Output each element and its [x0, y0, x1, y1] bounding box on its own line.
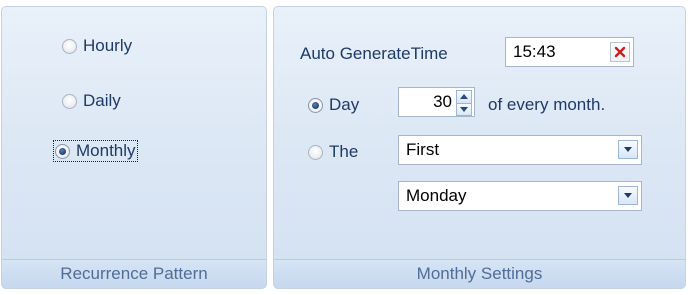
weekday-dropdown[interactable]: Monday [398, 181, 642, 211]
day-suffix-label: of every month. [488, 95, 606, 114]
day-value: 30 [433, 92, 452, 111]
radio-day-indicator[interactable] [308, 97, 323, 113]
auto-generate-time-label: Auto GenerateTime [300, 44, 448, 63]
radio-the-indicator[interactable] [308, 144, 323, 160]
ordinal-value: First [406, 140, 440, 159]
radio-hourly-label: Hourly [83, 36, 133, 55]
triangle-up-icon [460, 94, 468, 100]
radio-day-label: Day [329, 95, 360, 114]
radio-daily[interactable]: Daily [62, 91, 121, 111]
radio-monthly-indicator[interactable] [55, 143, 70, 159]
monthly-settings-group: Auto GenerateTime 15:43 Day 30 of every … [273, 6, 686, 289]
radio-monthly-focus[interactable]: Monthly [53, 140, 138, 162]
ordinal-dropdown[interactable]: First [398, 135, 642, 165]
spin-down-button[interactable] [456, 103, 472, 116]
monthly-settings-caption: Monthly Settings [274, 259, 685, 288]
chevron-down-icon [624, 147, 632, 152]
recurrence-pattern-caption: Recurrence Pattern [2, 259, 266, 288]
radio-monthly[interactable]: Monthly [53, 140, 138, 162]
radio-daily-indicator[interactable] [62, 93, 77, 109]
triangle-down-icon [460, 106, 468, 112]
day-spinner[interactable] [456, 90, 472, 116]
ordinal-dropdown-button[interactable] [618, 140, 638, 159]
weekday-value: Monday [406, 186, 467, 205]
radio-daily-label: Daily [83, 91, 121, 110]
recurrence-pattern-group: Hourly Daily Monthly Recurrence Pattern [1, 6, 267, 289]
radio-the-label: The [329, 142, 359, 161]
radio-hourly-indicator[interactable] [62, 38, 77, 54]
radio-the[interactable]: The [308, 142, 358, 162]
radio-hourly[interactable]: Hourly [62, 36, 132, 56]
spin-up-button[interactable] [456, 90, 472, 104]
radio-day[interactable]: Day [308, 95, 359, 115]
time-field[interactable]: 15:43 [505, 37, 634, 67]
time-value: 15:43 [513, 42, 556, 61]
radio-monthly-label: Monthly [76, 141, 136, 160]
day-stepper[interactable]: 30 [398, 87, 475, 117]
weekday-dropdown-button[interactable] [618, 186, 638, 205]
close-icon [614, 46, 626, 58]
chevron-down-icon [624, 193, 632, 198]
clear-time-button[interactable] [610, 42, 630, 62]
